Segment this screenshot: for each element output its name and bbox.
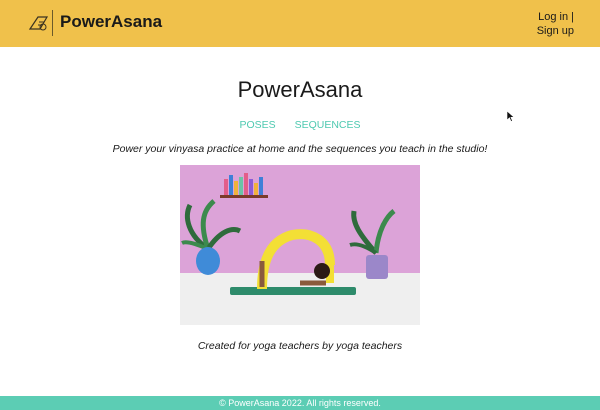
brand-name[interactable]: PowerAsana <box>60 12 162 32</box>
auth-links: Log in | Sign up <box>537 10 574 38</box>
site-footer: © PowerAsana 2022. All rights reserved. <box>0 396 600 410</box>
nav-sequences[interactable]: SEQUENCES <box>295 119 361 131</box>
hero-illustration <box>180 165 420 325</box>
page-title: PowerAsana <box>237 77 363 102</box>
logo-divider <box>52 10 53 36</box>
tagline: Power your vinyasa practice at home and … <box>112 143 488 155</box>
nav-poses[interactable]: POSES <box>239 119 275 131</box>
signup-link[interactable]: Sign up <box>537 25 574 37</box>
caption: Created for yoga teachers by yoga teache… <box>197 340 403 352</box>
site-header: PowerAsana Log in | Sign up <box>0 0 600 47</box>
yoga-mat-logo-icon[interactable] <box>28 13 50 33</box>
login-link[interactable]: Log in | <box>538 11 574 23</box>
pointer-cursor-icon <box>507 111 515 122</box>
